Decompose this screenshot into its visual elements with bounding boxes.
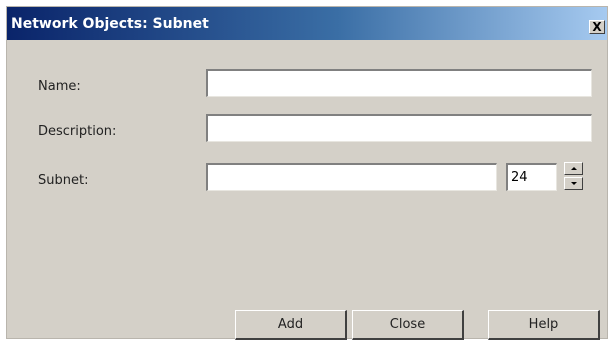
subnet-input[interactable] <box>206 163 497 191</box>
add-button-label: Add <box>277 317 304 332</box>
description-input[interactable] <box>206 114 592 142</box>
title-bar[interactable]: Network Objects: Subnet X <box>7 7 607 40</box>
close-icon: X <box>592 20 602 34</box>
name-label: Name: <box>38 79 81 94</box>
spin-up-button[interactable] <box>564 162 583 175</box>
spin-down-button[interactable] <box>564 177 583 190</box>
arrow-up-icon <box>570 167 577 170</box>
prefix-length-spinner <box>506 163 557 191</box>
close-button[interactable]: Close <box>352 310 464 340</box>
subnet-label: Subnet: <box>38 173 89 188</box>
close-button-label: Close <box>389 317 426 332</box>
close-window-button[interactable]: X <box>589 20 605 34</box>
prefix-length-input[interactable] <box>506 163 557 191</box>
help-button-label: Help <box>528 317 559 332</box>
subnet-dialog: Network Objects: Subnet X Name: Descript… <box>6 6 608 340</box>
description-label: Description: <box>38 124 117 139</box>
dialog-title: Network Objects: Subnet <box>11 16 209 32</box>
prefix-length-spin-buttons <box>564 162 583 190</box>
help-button[interactable]: Help <box>488 310 600 340</box>
name-input[interactable] <box>206 69 592 97</box>
arrow-down-icon <box>570 182 577 185</box>
add-button[interactable]: Add <box>235 310 347 340</box>
